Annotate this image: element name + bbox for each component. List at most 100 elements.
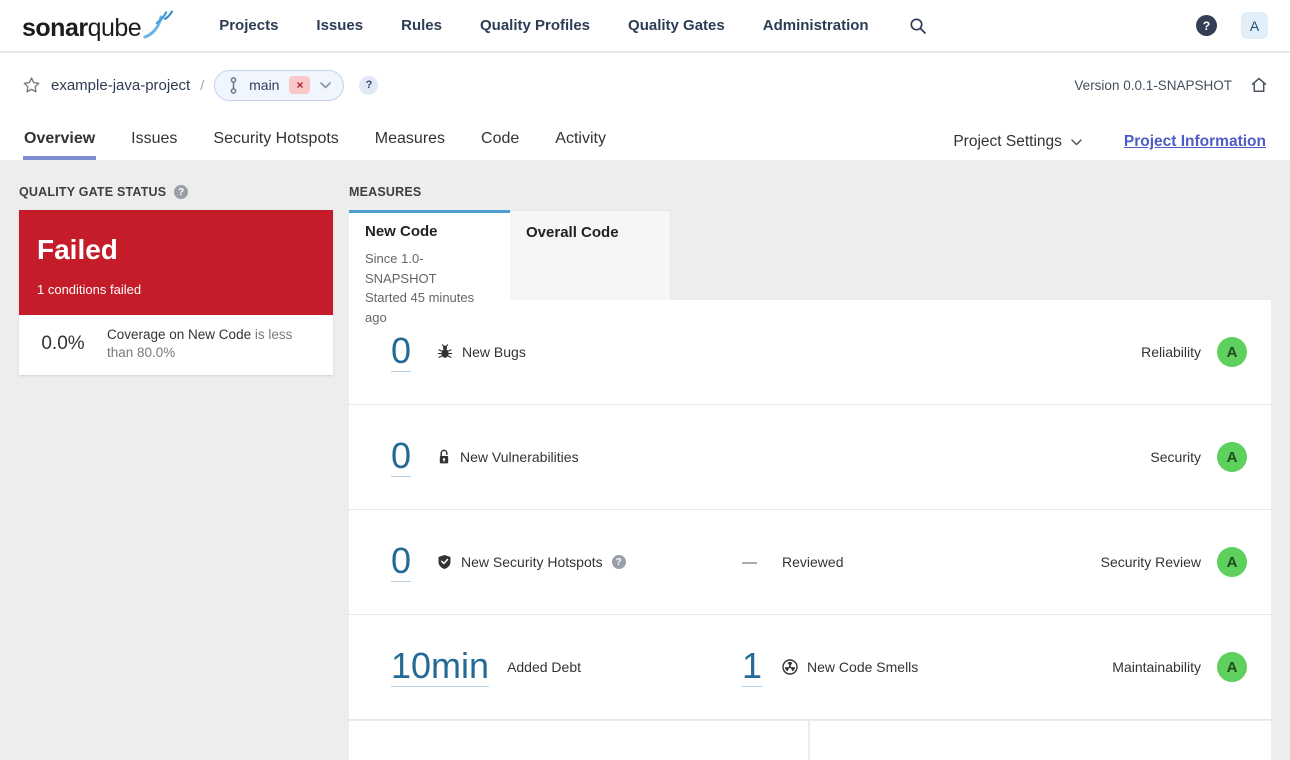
new-vulnerabilities-count[interactable]: 0 bbox=[391, 436, 412, 478]
breadcrumb: example-java-project / main × ? Version … bbox=[22, 68, 1268, 102]
tab-activity[interactable]: Activity bbox=[555, 118, 606, 160]
quality-gate-conditions-summary: 1 conditions failed bbox=[37, 281, 142, 297]
branch-selector[interactable]: main × bbox=[214, 69, 345, 101]
new-bugs-count[interactable]: 0 bbox=[391, 331, 412, 373]
search-icon bbox=[909, 17, 927, 35]
quality-gate-title: QUALITY GATE STATUS bbox=[19, 185, 167, 199]
maintainability-rating-group: Maintainability A bbox=[1112, 652, 1247, 682]
measures-title: MEASURES bbox=[349, 185, 422, 199]
branch-help-icon[interactable]: ? bbox=[359, 75, 379, 95]
tab-overall-code[interactable]: Overall Code bbox=[510, 210, 671, 300]
measures-footer-cell-right bbox=[810, 720, 1271, 760]
new-vulnerabilities-label: New Vulnerabilities bbox=[460, 449, 579, 465]
measure-row-reliability: 0 New Bugs Reliability A bbox=[349, 300, 1271, 405]
favorite-star-icon[interactable] bbox=[22, 76, 41, 95]
reliability-rating-group: Reliability A bbox=[1141, 337, 1247, 367]
security-hotspots-help-icon[interactable]: ? bbox=[611, 555, 626, 569]
tab-new-code[interactable]: New Code Since 1.0-SNAPSHOT Started 45 m… bbox=[349, 210, 510, 325]
nav-item-quality-profiles[interactable]: Quality Profiles bbox=[480, 17, 590, 34]
chevron-down-icon bbox=[1071, 138, 1082, 146]
project-information-link[interactable]: Project Information bbox=[1124, 133, 1266, 151]
quality-gate-status: Failed bbox=[37, 234, 118, 265]
measures-panel: MEASURES New Code Since 1.0-SNAPSHOT Sta… bbox=[349, 185, 1271, 760]
branch-failed-badge: × bbox=[289, 76, 311, 94]
user-avatar[interactable]: A bbox=[1241, 12, 1268, 39]
added-debt-label: Added Debt bbox=[507, 659, 582, 675]
lock-icon bbox=[437, 449, 451, 465]
nav-item-quality-gates[interactable]: Quality Gates bbox=[628, 17, 725, 34]
measure-row-security: 0 New Vulnerabilities Security A bbox=[349, 405, 1271, 510]
new-vulnerabilities-metric: New Vulnerabilities bbox=[437, 449, 579, 465]
tab-overview[interactable]: Overview bbox=[22, 118, 97, 160]
branch-icon bbox=[228, 76, 239, 94]
sonarqube-logo[interactable]: sonarqube bbox=[22, 10, 177, 41]
security-label: Security bbox=[1150, 449, 1201, 465]
sonarqube-logo-text: sonarqube bbox=[22, 14, 142, 42]
nav-item-issues[interactable]: Issues bbox=[316, 17, 363, 34]
nav-item-rules[interactable]: Rules bbox=[401, 17, 442, 34]
new-code-smells-metric: New Code Smells bbox=[782, 659, 918, 675]
new-security-hotspots-count[interactable]: 0 bbox=[391, 541, 412, 583]
quality-gate-header: QUALITY GATE STATUS ? bbox=[19, 185, 333, 199]
condition-value: 0.0% bbox=[41, 333, 85, 355]
reviewed-label: Reviewed bbox=[782, 554, 844, 570]
new-code-smells-group: 1 New Code Smells bbox=[742, 646, 918, 688]
home-icon[interactable] bbox=[1250, 76, 1268, 94]
measures-footer-cell-left bbox=[349, 720, 808, 760]
project-settings-label: Project Settings bbox=[953, 133, 1062, 150]
new-code-smells-count[interactable]: 1 bbox=[742, 646, 763, 688]
condition-metric: Coverage on New Code bbox=[107, 326, 252, 342]
search-button[interactable] bbox=[909, 17, 927, 35]
reliability-rating-badge: A bbox=[1217, 337, 1247, 367]
quality-gate-help-icon[interactable]: ? bbox=[174, 185, 189, 199]
quality-gate-status-banner: Failed 1 conditions failed bbox=[19, 210, 333, 315]
new-security-hotspots-metric: New Security Hotspots ? bbox=[437, 554, 626, 570]
measures-rows: 0 New Bugs Reliability A 0 New Vulnerabi… bbox=[349, 300, 1271, 720]
breadcrumb-project-name[interactable]: example-java-project bbox=[51, 77, 190, 94]
code-smell-icon bbox=[782, 659, 798, 675]
nav-item-projects[interactable]: Projects bbox=[219, 17, 278, 34]
project-version: Version 0.0.1-SNAPSHOT bbox=[1074, 77, 1232, 93]
security-review-rating-group: Security Review A bbox=[1101, 547, 1247, 577]
shield-icon bbox=[437, 554, 452, 570]
header-right-group: Version 0.0.1-SNAPSHOT bbox=[1074, 76, 1268, 94]
tab-security-hotspots[interactable]: Security Hotspots bbox=[213, 118, 338, 160]
reviewed-group: — Reviewed bbox=[742, 554, 843, 571]
maintainability-label: Maintainability bbox=[1112, 659, 1201, 675]
project-header: example-java-project / main × ? Version … bbox=[0, 53, 1290, 160]
new-code-smells-label: New Code Smells bbox=[807, 658, 919, 675]
measures-header: MEASURES bbox=[349, 185, 1271, 199]
branch-name: main bbox=[249, 77, 280, 93]
project-tabs: Overview Issues Security Hotspots Measur… bbox=[22, 118, 606, 160]
nav-item-administration[interactable]: Administration bbox=[763, 17, 869, 34]
condition-description: Coverage on New Code is less than 80.0% bbox=[107, 326, 319, 362]
main-nav-links: Projects Issues Rules Quality Profiles Q… bbox=[219, 17, 868, 34]
help-icon[interactable]: ? bbox=[1196, 15, 1217, 36]
quality-gate-card: Failed 1 conditions failed 0.0% Coverage… bbox=[19, 210, 333, 376]
bug-icon bbox=[437, 344, 453, 360]
breadcrumb-separator: / bbox=[200, 77, 205, 93]
new-code-tab-label: New Code bbox=[365, 223, 438, 240]
security-rating-group: Security A bbox=[1150, 442, 1247, 472]
nav-right-controls: ? A bbox=[1196, 12, 1268, 39]
security-rating-badge: A bbox=[1217, 442, 1247, 472]
added-debt-value[interactable]: 10min bbox=[391, 646, 490, 688]
maintainability-rating-badge: A bbox=[1217, 652, 1247, 682]
chevron-down-icon bbox=[320, 81, 332, 89]
project-tabs-right: Project Settings Project Information bbox=[953, 133, 1266, 151]
tab-measures[interactable]: Measures bbox=[375, 118, 445, 160]
new-security-hotspots-label: New Security Hotspots bbox=[461, 554, 603, 570]
quality-gate-condition-row[interactable]: 0.0% Coverage on New Code is less than 8… bbox=[19, 315, 333, 375]
overall-code-tab-label: Overall Code bbox=[526, 224, 619, 241]
security-review-label: Security Review bbox=[1100, 554, 1201, 570]
project-settings-menu[interactable]: Project Settings bbox=[953, 133, 1082, 151]
measure-row-maintainability: 10min Added Debt 1 New Code Smells Maint… bbox=[349, 615, 1271, 720]
logo-swoosh-icon bbox=[143, 10, 177, 40]
reviewed-value: — bbox=[742, 553, 757, 571]
measures-tabs: New Code Since 1.0-SNAPSHOT Started 45 m… bbox=[349, 210, 1271, 325]
tab-issues[interactable]: Issues bbox=[131, 118, 177, 160]
new-code-since: Since 1.0-SNAPSHOT bbox=[365, 251, 437, 286]
measure-row-security-review: 0 New Security Hotspots ? — Reviewed Sec… bbox=[349, 510, 1271, 615]
new-bugs-label: New Bugs bbox=[462, 344, 526, 360]
tab-code[interactable]: Code bbox=[481, 118, 519, 160]
